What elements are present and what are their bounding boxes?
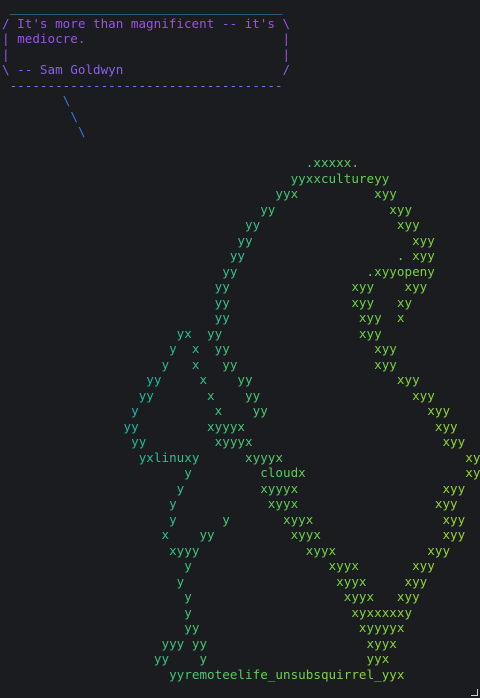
ascii-art-line: yy x yy xyy: [146, 372, 420, 387]
ascii-art-line: yy xyy xyy: [214, 279, 428, 294]
terminal-window[interactable]: ____________________________________ / I…: [0, 0, 480, 698]
ascii-art-line: yyx xyy: [275, 186, 397, 201]
ascii-art-line: y y xyyx xyy: [169, 511, 466, 527]
ascii-art-line: \: [77, 124, 86, 139]
ascii-art-diagram: \ \ \ .xxxxx. yyxxcultureyy yyx xyy yy x…: [2, 93, 480, 682]
ascii-art-line: yyxxcultureyy: [290, 170, 390, 186]
ascii-art-line: yy xyy x: [214, 310, 405, 325]
ascii-art-line: yy . xyy: [229, 248, 435, 263]
terminal-output: ____________________________________ / I…: [2, 0, 480, 682]
ascii-art-line: yy x yy xyy: [138, 387, 435, 403]
ascii-art-line: y xyyx xyy: [169, 496, 458, 511]
ascii-art-line: y xyxxxxxy: [184, 604, 413, 620]
quote-line-1: / It's more than magnificent -- it's \: [2, 15, 291, 31]
ascii-art-line: yy xyy xy: [214, 294, 413, 310]
ascii-art-line: y x yy xyy: [169, 341, 397, 356]
ascii-art-line: x yy xyyx xyy: [161, 527, 466, 542]
quote-line-3: | |: [2, 46, 291, 62]
quote-line-2: | mediocre. |: [2, 31, 291, 46]
ascii-art-line: yy xyyyyx: [184, 620, 405, 635]
ascii-art-line: .xxxxx.: [305, 155, 359, 170]
ascii-art-line: yy xyy: [260, 201, 413, 217]
ascii-art-line: yyy yy xyyx: [161, 635, 397, 651]
ascii-art-line: y x yy xyy: [161, 356, 397, 372]
ascii-art-line: yyremoteelife_unsubsquirrel_yyx: [169, 666, 405, 682]
ascii-art-line: \: [70, 108, 78, 124]
ascii-art-line: yxlinuxy xyyyx xyy: [138, 449, 480, 465]
ascii-art-line: yx yy xyy: [176, 325, 382, 341]
ascii-art-line: y xyyx xyy: [176, 573, 428, 589]
ascii-art-line: yy xyy: [245, 217, 420, 232]
ascii-art-line: y xyyyx xyy: [176, 480, 466, 496]
quote-bottom-border: ------------------------------------: [2, 77, 283, 93]
resize-grip-icon[interactable]: [471, 689, 478, 696]
quote-top-border: ____________________________________: [2, 0, 283, 15]
ascii-art-line: yy y yyx: [153, 651, 390, 666]
ascii-art-line: y cloudx xyy: [184, 465, 480, 480]
ascii-art-line: yy xyyyx xyy: [131, 434, 466, 449]
ascii-art-line: \: [62, 93, 71, 108]
ascii-art-line: y xyyx xyy: [184, 589, 420, 604]
ascii-art-line: xyyy xyyx xyy: [169, 542, 451, 558]
quote-line-4: \ -- Sam Goldwyn /: [2, 62, 291, 77]
ascii-art-line: y xyyx xyy: [184, 558, 435, 573]
ascii-art-line: y x yy xyy: [131, 403, 451, 418]
ascii-art-line: yy xyy: [237, 232, 435, 248]
ascii-art-line: yy .xyyopeny: [222, 263, 435, 279]
ascii-art-line: yy xyyyx xyy: [123, 418, 458, 434]
